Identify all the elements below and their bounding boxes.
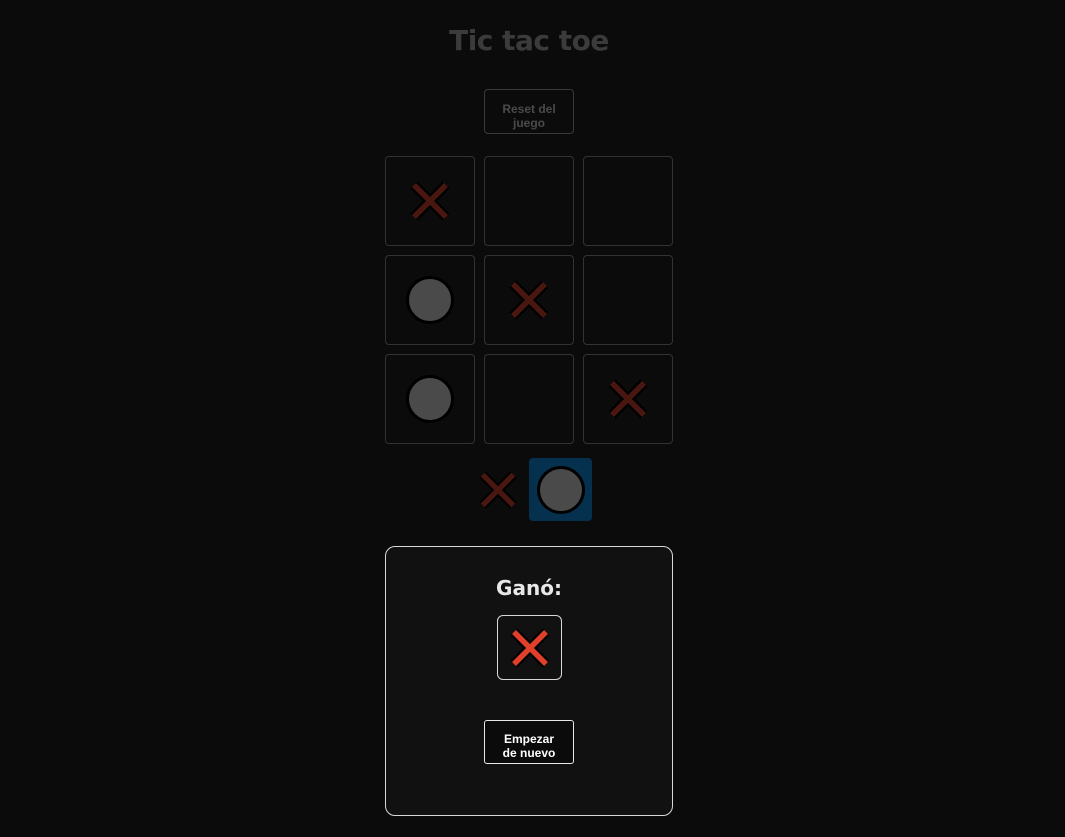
game-page: Tic tac toe Reset del juego Ganó: Empeza… bbox=[0, 0, 1065, 837]
reset-game-button[interactable]: Reset del juego bbox=[484, 89, 574, 134]
board-cell[interactable] bbox=[583, 156, 673, 246]
x-mark-icon bbox=[509, 627, 550, 668]
x-mark-icon bbox=[410, 181, 450, 221]
winner-label: Ganó: bbox=[496, 576, 562, 600]
board-cell[interactable] bbox=[484, 156, 574, 246]
board-cell[interactable] bbox=[484, 255, 574, 345]
board-cell[interactable] bbox=[583, 255, 673, 345]
page-title: Tic tac toe bbox=[449, 24, 609, 57]
winner-symbol-box bbox=[497, 615, 562, 680]
circle-icon bbox=[406, 276, 454, 324]
turn-x bbox=[466, 458, 529, 521]
circle-icon bbox=[536, 465, 585, 514]
game-board bbox=[385, 156, 673, 444]
board-cell[interactable] bbox=[385, 255, 475, 345]
turn-o bbox=[529, 458, 592, 521]
circle-icon bbox=[406, 375, 454, 423]
restart-button[interactable]: Empezar de nuevo bbox=[484, 720, 574, 764]
board-cell[interactable] bbox=[583, 354, 673, 444]
winner-modal: Ganó: Empezar de nuevo bbox=[385, 546, 673, 816]
x-mark-icon bbox=[608, 379, 648, 419]
x-mark-icon bbox=[509, 280, 549, 320]
board-cell[interactable] bbox=[385, 354, 475, 444]
board-cell[interactable] bbox=[484, 354, 574, 444]
board-cell[interactable] bbox=[385, 156, 475, 246]
x-mark-icon bbox=[478, 470, 517, 509]
